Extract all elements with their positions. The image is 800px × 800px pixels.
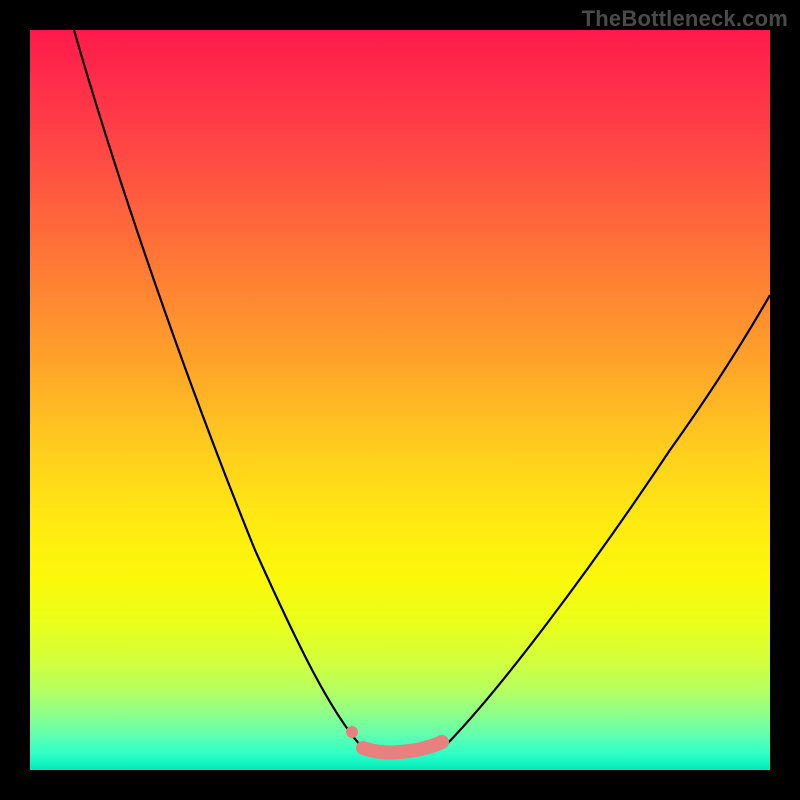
curve-overlay bbox=[30, 30, 770, 770]
watermark-text: TheBottleneck.com bbox=[582, 6, 788, 32]
plot-area bbox=[30, 30, 770, 770]
chart-frame: TheBottleneck.com bbox=[0, 0, 800, 800]
valley-marker-dot bbox=[346, 726, 358, 738]
valley-marker-segment bbox=[363, 742, 442, 753]
curve-left-descending bbox=[74, 30, 360, 745]
curve-right-ascending bbox=[445, 295, 770, 746]
